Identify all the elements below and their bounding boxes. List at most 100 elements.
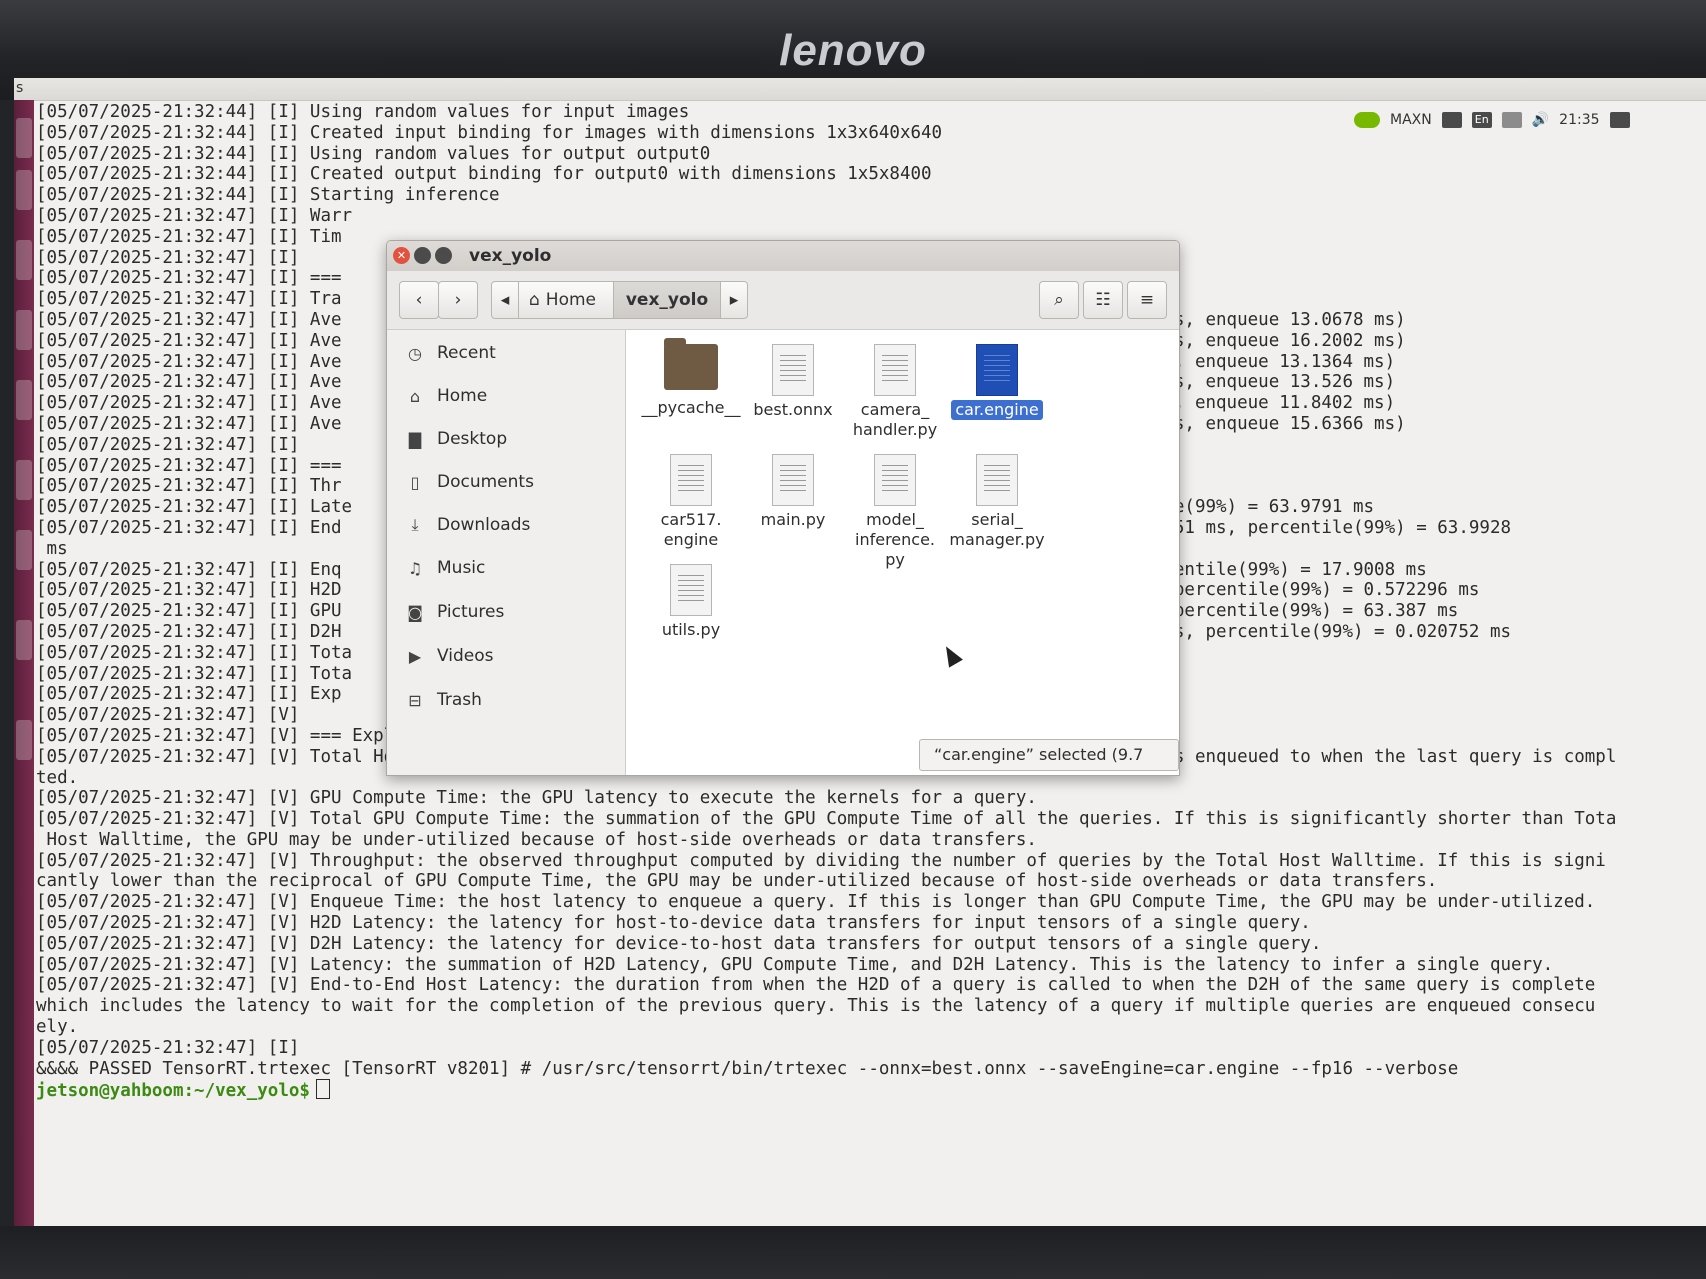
text-cursor bbox=[315, 1079, 330, 1100]
breadcrumb-scroll-right[interactable]: ▸ bbox=[720, 281, 748, 319]
folder-icon bbox=[664, 338, 718, 390]
places-sidebar: ◷ Recent ⌂ Home ▇ Desktop ▯ Documents ⤓ Downloads… bbox=[387, 330, 626, 775]
file-item[interactable]: utils.py bbox=[636, 564, 746, 640]
file-item[interactable]: serial_ manager.py bbox=[942, 454, 1052, 550]
file-item[interactable]: main.py bbox=[738, 454, 848, 530]
search-button[interactable]: ⌕ bbox=[1039, 281, 1079, 319]
sidebar-item-label: Videos bbox=[437, 646, 494, 666]
terminal-line: [05/07/2025-21:32:44] [I] Using random v… bbox=[36, 143, 711, 164]
caret-left-icon: ◂ bbox=[500, 290, 510, 310]
terminal-line: [05/07/2025-21:32:44] [I] Starting infer… bbox=[36, 185, 500, 206]
desktop-folder-icon: ▇ bbox=[408, 429, 422, 449]
document-icon bbox=[874, 344, 916, 396]
file-manager-toolbar: ‹ › ◂ ⌂ Home vex_yolo ▸ ⌕ ☷ ≡ bbox=[387, 271, 1179, 330]
document-icon bbox=[670, 564, 712, 616]
desktop-top-panel: s bbox=[14, 78, 1706, 101]
document-icon bbox=[874, 454, 916, 506]
sidebar-item-label: Trash bbox=[437, 690, 482, 710]
breadcrumb-current[interactable]: vex_yolo bbox=[613, 281, 721, 319]
file-name-label: model_ inference. py bbox=[855, 510, 935, 569]
file-item[interactable]: best.onnx bbox=[738, 344, 848, 420]
clock-indicator[interactable]: 21:35 bbox=[1559, 112, 1599, 128]
launcher-icon-terminal[interactable] bbox=[16, 530, 32, 570]
file-grid: __pycache__ best.onnx camera_ handler.py ca… bbox=[626, 330, 1179, 775]
sidebar-item-label: Desktop bbox=[437, 429, 508, 449]
launcher-icon-app[interactable] bbox=[16, 460, 32, 500]
settings-icon[interactable] bbox=[1609, 112, 1630, 128]
window-title: vex_yolo bbox=[469, 246, 552, 266]
selection-status: “car.engine” selected (9.7 MB) bbox=[919, 739, 1179, 771]
trash-icon: ⊟ bbox=[408, 690, 422, 710]
hamburger-menu-icon: ≡ bbox=[1139, 290, 1155, 310]
clock-icon: ◷ bbox=[408, 343, 422, 363]
terminal-line: which includes the latency to wait for t… bbox=[36, 996, 1596, 1017]
shell-prompt: jetson@yahboom:~/vex_yolo$ bbox=[36, 1081, 310, 1102]
minimize-button[interactable] bbox=[414, 247, 431, 264]
file-manager-window: ✕ vex_yolo ‹ › ◂ ⌂ Home vex_yolo ▸ ⌕ ☷ ≡… bbox=[386, 240, 1180, 776]
file-item[interactable]: camera_ handler.py bbox=[840, 344, 950, 440]
file-name-label: serial_ manager.py bbox=[949, 510, 1045, 549]
breadcrumb-current-label: vex_yolo bbox=[625, 290, 709, 310]
document-icon bbox=[976, 344, 1018, 396]
network-icon[interactable] bbox=[1441, 112, 1462, 128]
file-name-label: __pycache__ bbox=[641, 398, 741, 417]
chevron-right-icon: › bbox=[454, 290, 462, 310]
sidebar-item-desktop[interactable]: ▇ Desktop bbox=[405, 426, 507, 452]
menu-button[interactable]: ≡ bbox=[1127, 281, 1167, 319]
sidebar-item-pictures[interactable]: ◙ Pictures bbox=[405, 599, 504, 625]
sidebar-item-music[interactable]: ♫ Music bbox=[405, 555, 486, 581]
terminal-line: ely. bbox=[36, 1017, 79, 1038]
sidebar-item-downloads[interactable]: ⤓ Downloads bbox=[405, 512, 530, 538]
document-icon: ▯ bbox=[410, 472, 420, 492]
document-icon bbox=[772, 344, 814, 396]
sidebar-item-label: Downloads bbox=[437, 515, 531, 535]
launcher-icon-dash[interactable] bbox=[16, 118, 32, 158]
launcher-icon-files[interactable] bbox=[16, 170, 32, 210]
sidebar-item-trash[interactable]: ⊟ Trash bbox=[405, 687, 482, 713]
download-icon: ⤓ bbox=[411, 515, 419, 534]
file-item[interactable]: car517. engine bbox=[636, 454, 746, 550]
file-name-label: main.py bbox=[760, 510, 826, 529]
forward-button[interactable]: › bbox=[438, 281, 478, 319]
sidebar-item-label: Pictures bbox=[437, 602, 505, 622]
breadcrumb-scroll-left[interactable]: ◂ bbox=[491, 281, 519, 319]
folder-item[interactable]: __pycache__ bbox=[636, 338, 746, 418]
home-icon: ⌂ bbox=[529, 290, 540, 310]
sidebar-item-videos[interactable]: ▶ Videos bbox=[405, 643, 494, 669]
file-item[interactable]: car.engine bbox=[942, 344, 1052, 420]
top-panel-title: s bbox=[16, 80, 24, 96]
file-item[interactable]: model_ inference. py bbox=[840, 454, 950, 570]
sidebar-item-home[interactable]: ⌂ Home bbox=[405, 383, 487, 409]
monitor-brand-logo: lenovo bbox=[779, 26, 927, 75]
power-mode-indicator[interactable]: MAXN bbox=[1390, 112, 1432, 128]
nvidia-icon[interactable] bbox=[1354, 112, 1380, 128]
launcher-icon-app[interactable] bbox=[16, 240, 32, 280]
launcher-icon-app[interactable] bbox=[16, 380, 32, 420]
document-icon bbox=[772, 454, 814, 506]
sidebar-item-documents[interactable]: ▯ Documents bbox=[405, 469, 534, 495]
sidebar-item-label: Documents bbox=[437, 472, 534, 492]
music-icon: ♫ bbox=[407, 558, 423, 578]
close-button[interactable]: ✕ bbox=[393, 247, 410, 264]
volume-icon[interactable]: 🔊 bbox=[1532, 112, 1549, 128]
search-icon: ⌕ bbox=[1054, 290, 1064, 310]
terminal-prompt-line[interactable]: jetson@yahboom:~/vex_yolo$ bbox=[36, 1079, 1706, 1102]
terminal-line: [05/07/2025-21:32:44] [I] Created output… bbox=[36, 164, 932, 185]
launcher-icon-trash[interactable] bbox=[16, 720, 32, 760]
terminal-line: [05/07/2025-21:32:47] [V] Enqueue Time: … bbox=[36, 892, 1596, 913]
breadcrumb-home[interactable]: ⌂ Home bbox=[518, 281, 614, 319]
view-toggle-button[interactable]: ☷ bbox=[1083, 281, 1123, 319]
launcher-icon-app[interactable] bbox=[16, 620, 32, 660]
window-titlebar[interactable]: ✕ vex_yolo bbox=[387, 241, 1179, 272]
launcher-icon-app[interactable] bbox=[16, 310, 32, 350]
back-button[interactable]: ‹ bbox=[399, 281, 439, 319]
terminal-line: [05/07/2025-21:32:47] [V] Latency: the s… bbox=[36, 954, 1554, 975]
keyboard-layout-indicator[interactable]: En bbox=[1471, 112, 1492, 128]
terminal-line: [05/07/2025-21:32:47] [V] Throughput: th… bbox=[36, 850, 1606, 871]
sidebar-item-recent[interactable]: ◷ Recent bbox=[405, 340, 496, 366]
terminal-line: [05/07/2025-21:32:47] [I] Warr bbox=[36, 205, 353, 226]
maximize-button[interactable] bbox=[435, 247, 452, 264]
terminal-line: cantly lower than the reciprocal of GPU … bbox=[36, 871, 1438, 892]
file-name-label: car.engine bbox=[951, 400, 1043, 420]
mail-icon[interactable] bbox=[1501, 112, 1522, 128]
